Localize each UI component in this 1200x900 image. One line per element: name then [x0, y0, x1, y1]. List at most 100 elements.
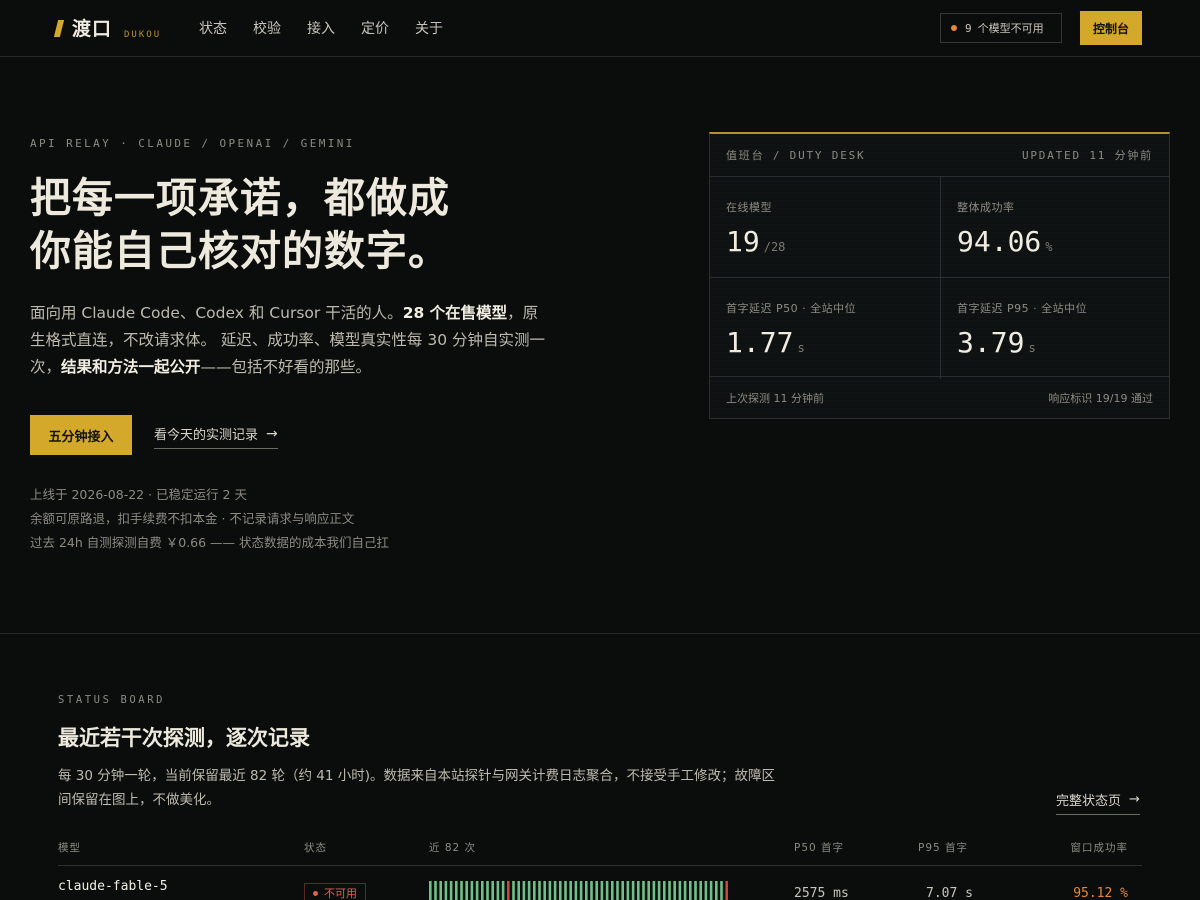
probe-bar	[538, 881, 541, 900]
probe-bar	[501, 881, 505, 900]
top-header: 渡口 DUKOU 状态 校验 接入 定价 关于 9 个模型不可用 控制台	[0, 0, 1200, 57]
status-dot-icon	[313, 890, 318, 896]
brand-logo[interactable]: 渡口 DUKOU	[53, 14, 162, 41]
probe-bar	[569, 881, 572, 900]
metric-unit: s	[1028, 341, 1036, 355]
probe-bar	[496, 881, 500, 900]
meta-launch: 上线于 2026-08-22 · 已稳定运行 2 天	[30, 487, 247, 502]
probe-bar	[439, 881, 442, 900]
nav-status[interactable]: 状态	[199, 18, 227, 38]
full-status-page-link[interactable]: 完整状态页 →	[1056, 790, 1140, 815]
response-id-check: 响应标识 19/19 通过	[1048, 391, 1153, 405]
hero-desc-models-count: 28 个在售模型	[402, 304, 508, 322]
nav-integrate[interactable]: 接入	[307, 18, 335, 38]
probe-bar	[657, 881, 661, 900]
metric-online-models: 在线模型 19/28	[710, 177, 940, 278]
console-button[interactable]: 控制台	[1080, 11, 1142, 45]
probe-bar	[512, 881, 515, 900]
metric-p50-latency: 首字延迟 P50 · 全站中位 1.77 s	[710, 278, 940, 379]
probe-bar	[652, 881, 656, 900]
col-model: 模型	[58, 842, 81, 854]
probe-bar	[486, 881, 489, 900]
unavailable-models-alert[interactable]: 9 个模型不可用	[940, 13, 1062, 43]
hero-desc-part1: 面向用 Claude Code、Codex 和 Cursor 干活的人。	[30, 304, 403, 322]
probe-bar	[507, 881, 510, 900]
probe-bar	[585, 881, 588, 900]
probe-bar	[475, 881, 479, 900]
probe-bar	[611, 881, 614, 900]
probe-bar	[491, 881, 494, 900]
probe-bar	[574, 881, 578, 900]
quick-start-button[interactable]: 五分钟接入	[30, 415, 132, 455]
metric-p95-latency: 首字延迟 P95 · 全站中位 3.79 s	[940, 278, 1169, 379]
status-table-header: 模型 状态 近 82 次 P50 首字 P95 首字 窗口成功率	[58, 840, 1142, 866]
probe-bar	[663, 881, 666, 900]
probe-bar	[683, 881, 687, 900]
hero-title-line1: 把每一项承诺，都做成	[30, 174, 450, 222]
metric-unit: s	[797, 341, 805, 355]
probe-bar	[704, 881, 708, 900]
hero-desc-public-methods: 结果和方法一起公开	[61, 358, 201, 376]
metric-unit: %	[1045, 240, 1053, 254]
probe-bar	[548, 881, 552, 900]
today-records-link[interactable]: 看今天的实测记录 →	[154, 424, 278, 449]
probe-bar	[668, 881, 671, 900]
probe-bar	[590, 881, 593, 900]
duty-desk-metrics: 在线模型 19/28 整体成功率 94.06% 首字延迟 P50 · 全站中位 …	[710, 177, 1169, 379]
duty-desk-updated: UPDATED 11 分钟前	[1021, 149, 1153, 162]
metric-label: 整体成功率	[957, 201, 1015, 214]
main-nav: 状态 校验 接入 定价 关于	[199, 18, 469, 38]
probe-bar	[715, 881, 718, 900]
nav-about[interactable]: 关于	[415, 18, 443, 38]
metric-value: 94.06	[957, 225, 1042, 258]
status-badge-label: 不可用	[324, 887, 357, 900]
p50-value: 2575 ms	[794, 886, 849, 900]
probe-bar	[434, 881, 437, 900]
probe-bar	[699, 881, 702, 900]
probe-bar	[553, 881, 557, 900]
duty-desk-title: 值班台 / DUTY DESK	[726, 149, 866, 162]
probe-bar	[605, 881, 609, 900]
probe-bar	[626, 881, 630, 900]
probe-bar	[725, 881, 728, 900]
p95-value: 7.07 s	[926, 886, 973, 900]
duty-desk-panel: 值班台 / DUTY DESK UPDATED 11 分钟前 在线模型 19/2…	[709, 132, 1170, 419]
table-row[interactable]: claude-fable-5 不可用 2575 ms 7.07 s 95.12 …	[58, 866, 1142, 900]
probe-bar	[559, 881, 562, 900]
probe-bar	[595, 881, 598, 900]
probe-bar	[517, 881, 520, 900]
col-recent-probes: 近 82 次	[429, 842, 477, 854]
probe-bar	[673, 881, 676, 900]
window-success-rate: 95.12 %	[1073, 886, 1128, 900]
probe-bar	[647, 881, 650, 900]
status-badge: 不可用	[304, 883, 366, 900]
metric-value: 19	[726, 225, 760, 258]
nav-pricing[interactable]: 定价	[361, 18, 389, 38]
meta-refund: 余额可原路退，扣手续费不扣本金 · 不记录请求与响应正文	[30, 511, 355, 526]
probe-bar	[465, 881, 468, 900]
probe-bar	[689, 881, 692, 900]
logo-text: 渡口	[72, 18, 113, 40]
model-name: claude-fable-5	[58, 879, 168, 894]
probe-bar	[579, 881, 583, 900]
hero-eyebrow: API RELAY · CLAUDE / OPENAI / GEMINI	[30, 137, 355, 150]
probe-bar	[460, 881, 463, 900]
probe-bar	[637, 881, 640, 900]
hero-meta: 上线于 2026-08-22 · 已稳定运行 2 天 余额可原路退，扣手续费不扣…	[30, 483, 389, 555]
probe-bar	[429, 881, 432, 900]
status-board-eyebrow: STATUS BOARD	[58, 694, 166, 706]
probe-bar	[720, 881, 723, 900]
section-divider	[0, 633, 1200, 634]
probe-bar	[533, 881, 536, 900]
probe-bar	[527, 881, 531, 900]
probe-bar	[600, 881, 604, 900]
probe-bar	[564, 881, 567, 900]
logo-subtitle: DUKOU	[124, 30, 162, 40]
full-status-page-label: 完整状态页	[1056, 794, 1122, 809]
metric-value: 1.77	[726, 326, 794, 359]
meta-cost: 过去 24h 自测探测自费 ￥0.66 —— 状态数据的成本我们自己扛	[30, 535, 390, 550]
alert-text: 个模型不可用	[977, 22, 1044, 35]
arrow-right-icon: →	[266, 425, 278, 442]
nav-verify[interactable]: 校验	[253, 18, 281, 38]
hero-desc-part3: ——包括不好看的那些。	[200, 358, 372, 376]
